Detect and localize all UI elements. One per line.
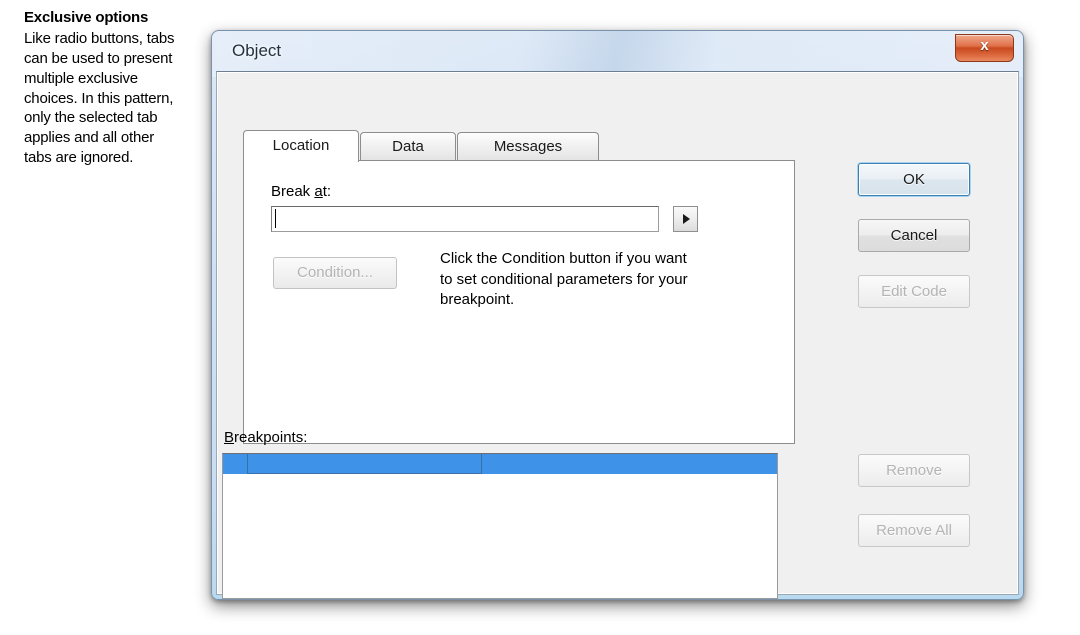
breakpoints-header-row — [223, 454, 777, 474]
annotation-block: Exclusive options Like radio buttons, ta… — [24, 8, 184, 168]
cancel-button[interactable]: Cancel — [858, 219, 970, 252]
edit-code-button[interactable]: Edit Code — [858, 275, 970, 308]
ok-button[interactable]: OK — [858, 163, 970, 196]
break-at-label-accel: a — [314, 183, 323, 200]
tab-strip: Location Data Messages — [243, 130, 795, 162]
break-at-label-pre: Break — [271, 183, 315, 200]
remove-button[interactable]: Remove — [858, 454, 970, 487]
dialog-client-area: Location Data Messages Break at: Conditi… — [216, 71, 1019, 599]
close-icon: x — [980, 37, 989, 54]
breakpoints-column-1[interactable] — [247, 454, 482, 474]
breakpoints-label: Breakpoints: — [224, 429, 307, 446]
condition-help-text: Click the Condition button if you want t… — [440, 250, 688, 309]
breakpoints-list[interactable] — [222, 453, 778, 599]
annotation-body: Like radio buttons, tabs can be used to … — [24, 30, 175, 167]
text-caret — [275, 209, 276, 228]
condition-button[interactable]: Condition... — [273, 257, 397, 289]
breakpoints-label-post: reakpoints: — [234, 429, 308, 446]
break-at-label-post: t: — [322, 183, 332, 200]
tab-messages[interactable]: Messages — [457, 132, 599, 160]
annotation-title: Exclusive options — [24, 9, 149, 26]
break-at-input[interactable] — [271, 206, 659, 232]
breakpoints-column-0[interactable] — [223, 454, 247, 474]
break-at-label: Break at: — [271, 183, 331, 200]
breakpoints-label-accel: B — [224, 429, 235, 446]
tab-data[interactable]: Data — [360, 132, 456, 160]
dialog-title: Object — [232, 41, 282, 60]
tab-panel-location: Break at: Condition... Click the Conditi… — [243, 160, 795, 444]
right-arrow-icon — [683, 214, 690, 224]
breakpoints-column-2[interactable] — [482, 454, 777, 474]
dialog-titlebar[interactable]: Object x — [216, 34, 1019, 71]
break-at-dropdown-button[interactable] — [673, 206, 698, 232]
object-dialog-window: Object x Location Data Messages Break at… — [211, 30, 1024, 600]
remove-all-button[interactable]: Remove All — [858, 514, 970, 547]
tab-location[interactable]: Location — [243, 130, 359, 162]
close-button[interactable]: x — [955, 34, 1014, 62]
